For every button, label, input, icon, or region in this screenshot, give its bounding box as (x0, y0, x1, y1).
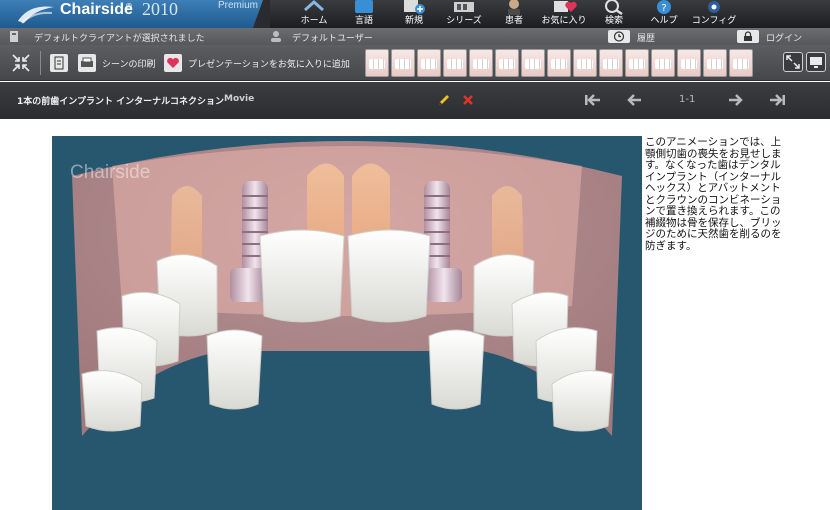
print-icon (81, 57, 93, 67)
scene-thumbnail[interactable] (417, 49, 441, 77)
scene-thumbnails (365, 49, 753, 77)
edit-pencil-icon[interactable] (437, 93, 451, 107)
scene-thumbnail[interactable] (729, 49, 753, 77)
scene-thumbnail[interactable] (703, 49, 727, 77)
implant-animation-frame (72, 141, 622, 436)
login-link[interactable]: ログイン (766, 31, 802, 44)
scene-thumbnail[interactable] (391, 49, 415, 77)
expand-icon (786, 55, 800, 69)
scene-thumbnail[interactable] (469, 49, 493, 77)
presentation-mode-button[interactable] (806, 52, 826, 72)
chairside-logo-icon (18, 6, 54, 24)
nav-search-label: 検索 (604, 16, 623, 26)
nav-config[interactable]: コンフィグ (690, 0, 738, 28)
toolbar: シーンの印刷 プレゼンテーションをお気に入りに追加 (0, 45, 830, 81)
nav-help-label: ヘルプ (650, 16, 678, 26)
scene-thumbnail[interactable] (677, 49, 701, 77)
scene-thumbnail[interactable] (443, 49, 467, 77)
next-page-icon[interactable] (728, 93, 744, 107)
print-scene-button[interactable] (78, 54, 96, 72)
brand-edition: Premium (218, 0, 259, 11)
animation-description: このアニメーションでは、上顎側切歯の喪失をお見せします。なくなった歯はデンタルイ… (645, 136, 782, 252)
brand-logo: Chairside ® 2010 Premium (0, 0, 270, 28)
scene-thumbnail[interactable] (495, 49, 519, 77)
nav-home-label: ホーム (300, 16, 328, 26)
scene-thumbnail[interactable] (599, 49, 623, 77)
client-status: デフォルトクライアントが選択されました (34, 34, 205, 44)
client-icon (10, 31, 18, 42)
toolbar-divider (40, 51, 41, 75)
presentation-title: 1本の前歯インプラント インターナルコネクション (17, 97, 224, 107)
shrink-icon (12, 54, 30, 72)
nav-search[interactable]: 検索 (590, 0, 638, 28)
nav-help[interactable]: ? ヘルプ (640, 0, 688, 28)
nav-new[interactable]: 新規 (390, 0, 438, 28)
print-scene-label[interactable]: シーンの印刷 (102, 57, 156, 70)
brand-trademark: ® (126, 2, 132, 11)
user-status: デフォルトユーザー (292, 34, 373, 44)
page-indicator: 1-1 (679, 94, 696, 105)
nav-new-label: 新規 (404, 16, 423, 26)
scene-thumbnail[interactable] (365, 49, 389, 77)
nav-favorites-label: お気に入り (541, 16, 587, 26)
app-header: Chairside ® 2010 Premium ホーム 言語 新規 シリーズ (0, 0, 830, 28)
fullscreen-button[interactable] (783, 52, 803, 72)
brand-year: 2010 (142, 0, 178, 19)
add-favorite-label[interactable]: プレゼンテーションをお気に入りに追加 (188, 57, 350, 70)
presentation-type: Movie (224, 94, 255, 104)
scene-thumbnail[interactable] (521, 49, 545, 77)
nav-series[interactable]: シリーズ (440, 0, 488, 28)
animation-player[interactable]: Chairside (52, 136, 642, 510)
nav-series-label: シリーズ (446, 16, 482, 26)
document-icon (54, 56, 64, 70)
history-icon[interactable] (608, 30, 630, 43)
delete-x-icon[interactable] (461, 93, 475, 107)
brand-name: Chairside (60, 1, 133, 18)
scene-thumbnail[interactable] (625, 49, 649, 77)
heart-icon (167, 57, 179, 68)
monitor-icon (810, 57, 822, 68)
video-watermark: Chairside (70, 162, 151, 183)
previous-page-icon[interactable] (626, 93, 642, 107)
nav-favorites[interactable]: お気に入り (540, 0, 588, 28)
status-bar: デフォルトクライアントが選択されました デフォルトユーザー 履歴 ログイン (0, 28, 830, 45)
first-page-icon[interactable] (584, 93, 602, 107)
nav-config-label: コンフィグ (691, 16, 737, 26)
history-link[interactable]: 履歴 (637, 31, 655, 44)
user-icon (271, 31, 281, 42)
nav-language-label: 言語 (354, 16, 373, 26)
nav-home[interactable]: ホーム (290, 0, 338, 28)
collapse-button[interactable] (10, 52, 32, 74)
last-page-icon[interactable] (768, 93, 786, 107)
lock-icon[interactable] (737, 30, 759, 43)
scene-thumbnail[interactable] (651, 49, 675, 77)
nav-language[interactable]: 言語 (340, 0, 388, 28)
presentation-titlebar: 1本の前歯インプラント インターナルコネクション Movie 1-1 (0, 82, 830, 119)
nav-patient[interactable]: 患者 (490, 0, 538, 28)
scene-thumbnail[interactable] (573, 49, 597, 77)
main-nav: ホーム 言語 新規 シリーズ 患者 お気に入り 検索 ? ヘルプ コンフィグ (290, 0, 740, 28)
nav-patient-label: 患者 (504, 16, 523, 26)
add-favorite-button[interactable] (164, 54, 182, 72)
scene-thumbnail[interactable] (547, 49, 571, 77)
info-button[interactable] (50, 54, 68, 72)
